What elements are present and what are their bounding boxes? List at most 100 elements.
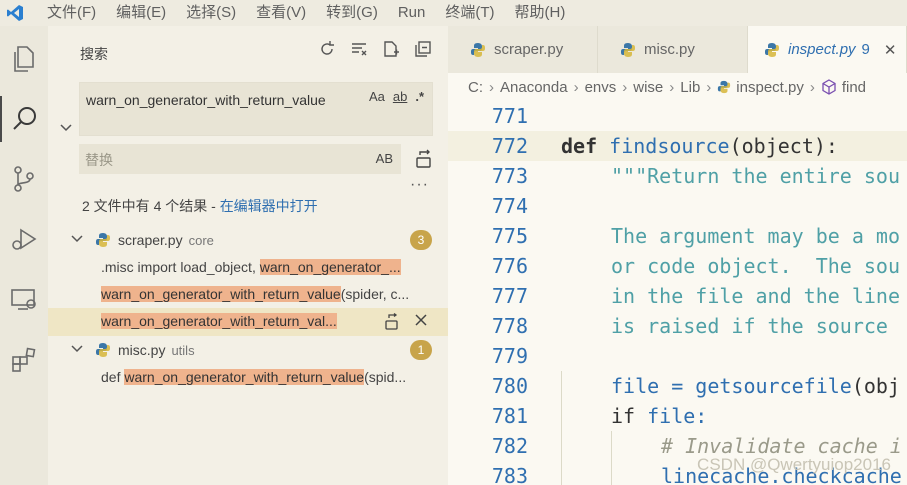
more-options-icon[interactable]: ··· (410, 176, 429, 194)
code-text: if file: (611, 401, 707, 431)
match-whole-word-toggle[interactable]: ab (393, 89, 407, 104)
line-number: 780 (491, 374, 528, 398)
sidebar-actions (316, 38, 434, 60)
breadcrumb-separator: › (706, 78, 712, 96)
replace-input[interactable]: 替换 AB (79, 144, 401, 174)
file-dir-label: utils (171, 343, 195, 358)
code-view[interactable]: 771 772 def findsource(object): 773 """R… (448, 101, 907, 485)
match-prefix: .misc import load_object, (101, 259, 260, 275)
use-regex-toggle[interactable]: .* (415, 89, 424, 104)
line-number: 781 (491, 404, 528, 428)
breadcrumb-item[interactable]: find (842, 79, 866, 96)
close-tab-icon[interactable]: ✕ (884, 41, 897, 59)
tab-label: misc.py (644, 41, 695, 58)
tab-label: inspect.py (788, 41, 856, 58)
new-search-editor-icon[interactable] (380, 38, 402, 60)
code-line: 776 or code object. The sou (448, 251, 907, 281)
search-input-value[interactable]: warn_on_generator_with_return_value (86, 89, 346, 111)
menu-terminal[interactable]: 终端(T) (435, 0, 504, 26)
file-name: misc.py utils (118, 342, 195, 358)
tab-misc[interactable]: misc.py (598, 26, 748, 73)
python-file-icon (717, 80, 731, 94)
sidebar-title: 搜索 (80, 46, 108, 62)
results-summary: 2 文件中有 4 个结果 - 在编辑器中打开 (82, 196, 318, 216)
code-rest: (obj (851, 374, 901, 398)
code-text: The argument may be a mo (611, 224, 900, 248)
collapse-all-icon[interactable] (412, 38, 434, 60)
menu-help[interactable]: 帮助(H) (505, 0, 576, 26)
variable: file = (611, 374, 696, 398)
line-number: 772 (491, 134, 528, 158)
search-match-4[interactable]: def warn_on_generator_with_return_value(… (48, 364, 448, 392)
keyword: def (561, 134, 598, 158)
code-line: 771 (448, 101, 907, 131)
code-line: 780 file = getsourcefile(obj (448, 371, 907, 401)
preserve-case-toggle[interactable]: AB (376, 151, 393, 166)
match-actions (384, 312, 428, 336)
menu-run[interactable]: Run (388, 0, 436, 26)
breadcrumb-item[interactable]: Anaconda (500, 79, 568, 96)
search-input[interactable]: warn_on_generator_with_return_value Aa a… (79, 82, 433, 136)
result-file-misc[interactable]: misc.py utils 1 (48, 337, 448, 363)
match-case-toggle[interactable]: Aa (369, 89, 385, 104)
line-number: 779 (491, 344, 528, 368)
code-text: in the file and the line (611, 284, 900, 308)
breadcrumb-item[interactable]: inspect.py (736, 79, 804, 96)
breadcrumb-separator: › (809, 78, 815, 96)
breadcrumb-separator: › (573, 78, 579, 96)
remote-explorer-icon[interactable] (0, 276, 48, 322)
refresh-icon[interactable] (316, 38, 338, 60)
dismiss-match-icon[interactable] (414, 313, 428, 336)
menu-file[interactable]: 文件(F) (30, 0, 106, 26)
clear-results-icon[interactable] (348, 38, 370, 60)
function-name: getsourcefile (695, 374, 852, 398)
match-highlight: warn_on_generator_with_return_val... (101, 313, 337, 329)
code-text: """Return the entire sou (611, 164, 900, 188)
result-file-scraper[interactable]: scraper.py core 3 (48, 227, 448, 253)
code-line: 778 is raised if the source (448, 311, 907, 341)
search-options: Aa ab .* (369, 89, 424, 104)
replace-all-icon[interactable] (412, 148, 434, 170)
search-icon[interactable] (0, 96, 48, 142)
match-line-text: warn_on_generator_with_return_val... (101, 313, 371, 329)
menu-view[interactable]: 查看(V) (246, 0, 316, 26)
run-debug-icon[interactable] (0, 216, 48, 262)
breadcrumb-item[interactable]: envs (585, 79, 617, 96)
file-name: scraper.py core (118, 232, 214, 248)
match-highlight: warn_on_generator_with_return_value (101, 286, 341, 302)
chevron-down-icon[interactable] (70, 232, 84, 251)
search-match-1[interactable]: .misc import load_object, warn_on_genera… (48, 254, 448, 282)
line-number: 776 (491, 254, 528, 278)
result-count-badge: 1 (410, 340, 432, 360)
explorer-icon[interactable] (0, 36, 48, 82)
extensions-icon[interactable] (0, 336, 48, 382)
replace-match-icon[interactable] (384, 312, 400, 336)
menu-edit[interactable]: 编辑(E) (106, 0, 176, 26)
match-suffix: (spid... (364, 369, 407, 385)
code-line: 779 (448, 341, 907, 371)
tab-scraper[interactable]: scraper.py (448, 26, 598, 73)
source-control-icon[interactable] (0, 156, 48, 202)
breadcrumb-item[interactable]: C: (468, 79, 483, 96)
breadcrumb-item[interactable]: Lib (680, 79, 700, 96)
search-match-3[interactable]: warn_on_generator_with_return_val... (48, 308, 448, 336)
menu-selection[interactable]: 选择(S) (176, 0, 246, 26)
breadcrumb-separator: › (489, 78, 494, 96)
tab-inspect[interactable]: inspect.py 9 ✕ (748, 26, 907, 73)
search-match-2[interactable]: warn_on_generator_with_return_value(spid… (48, 281, 448, 309)
menu-go[interactable]: 转到(G) (316, 0, 388, 26)
file-name-label: misc.py (118, 342, 166, 358)
chevron-down-icon[interactable] (70, 342, 84, 361)
toggle-replace-chevron-icon[interactable] (56, 118, 76, 138)
code-text: or code object. The sou (611, 254, 900, 278)
keyword: if (611, 404, 636, 428)
results-summary-text: 2 文件中有 4 个结果 - (82, 198, 220, 214)
python-file-icon (620, 42, 636, 58)
code-text: file = getsourcefile(obj (611, 371, 900, 401)
code-rest: file: (635, 404, 708, 428)
editor-tabs: scraper.py misc.py inspect.py 9 ✕ (448, 26, 907, 73)
function-name: findsource (609, 134, 730, 158)
breadcrumb-separator: › (669, 78, 675, 96)
breadcrumb-item[interactable]: wise (633, 79, 663, 96)
open-in-editor-link[interactable]: 在编辑器中打开 (220, 198, 318, 214)
